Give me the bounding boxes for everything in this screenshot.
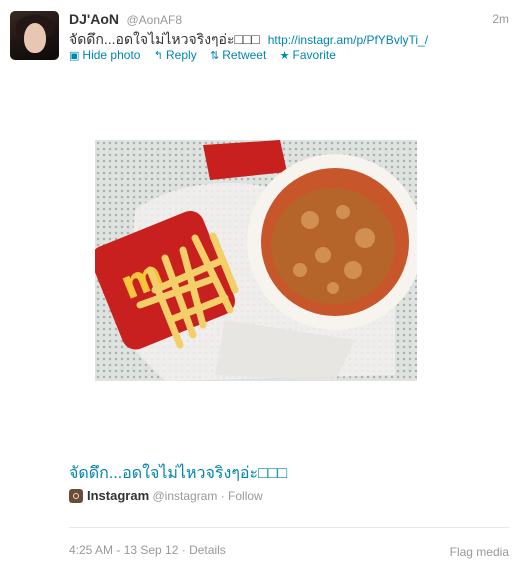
source-handle[interactable]: @instagram bbox=[152, 489, 217, 503]
card-attribution: Instagram @instagram · Follow bbox=[69, 488, 263, 503]
author-screen-name[interactable]: @AonAF8 bbox=[126, 13, 182, 27]
reply-button[interactable]: ↰ Reply bbox=[154, 48, 197, 62]
card-title-link[interactable]: จัดดึก...อดใจไม่ไหวจริงๆอ่ะ□□□ bbox=[69, 461, 287, 486]
media-photo[interactable]: m bbox=[95, 140, 417, 381]
tweet-avatar[interactable] bbox=[10, 11, 59, 60]
food-photo-illustration: m bbox=[95, 140, 417, 381]
follow-button[interactable]: Follow bbox=[228, 489, 263, 503]
retweet-icon: ⇅ bbox=[210, 50, 220, 62]
source-name[interactable]: Instagram bbox=[87, 488, 149, 503]
flag-media-link[interactable]: Flag media bbox=[450, 545, 509, 559]
instagram-icon[interactable] bbox=[69, 489, 83, 503]
details-link[interactable]: Details bbox=[189, 543, 226, 557]
red-wrapper-top bbox=[203, 140, 287, 180]
hide-photo-button[interactable]: ▣ Hide photo bbox=[69, 48, 140, 62]
tweet-footer: 4:25 AM - 13 Sep 12 · Details bbox=[69, 543, 226, 557]
footer-divider bbox=[69, 527, 509, 528]
star-icon: ★ bbox=[279, 50, 290, 62]
favorite-button[interactable]: ★ Favorite bbox=[280, 48, 336, 62]
hide-photo-label: Hide photo bbox=[82, 48, 141, 62]
picture-icon: ▣ bbox=[69, 50, 80, 62]
reply-icon: ↰ bbox=[153, 50, 164, 62]
retweet-label: Retweet bbox=[222, 48, 267, 62]
tweet-body: จัดดึก...อดใจไม่ไหวจริงๆอ่ะ□□□ bbox=[69, 31, 260, 47]
attribution-separator: · bbox=[220, 489, 225, 503]
retweet-button[interactable]: ⇅ Retweet bbox=[210, 48, 266, 62]
footer-separator: · bbox=[181, 543, 186, 557]
favorite-label: Favorite bbox=[292, 48, 336, 62]
tweet-time[interactable]: 2m bbox=[492, 12, 509, 26]
avatar-face bbox=[24, 23, 46, 53]
tweet-timestamp[interactable]: 4:25 AM - 13 Sep 12 bbox=[69, 543, 178, 557]
reply-label: Reply bbox=[166, 48, 197, 62]
tweet-header: DJ'AoN @AonAF8 2m bbox=[69, 11, 509, 29]
tweet-actions: ▣ Hide photo ↰ Reply ⇅ Retweet ★ Favorite bbox=[69, 48, 346, 62]
author-name[interactable]: DJ'AoN bbox=[69, 11, 119, 27]
tweet-link[interactable]: http://instagr.am/p/PfYBvlyTi_/ bbox=[268, 33, 428, 47]
